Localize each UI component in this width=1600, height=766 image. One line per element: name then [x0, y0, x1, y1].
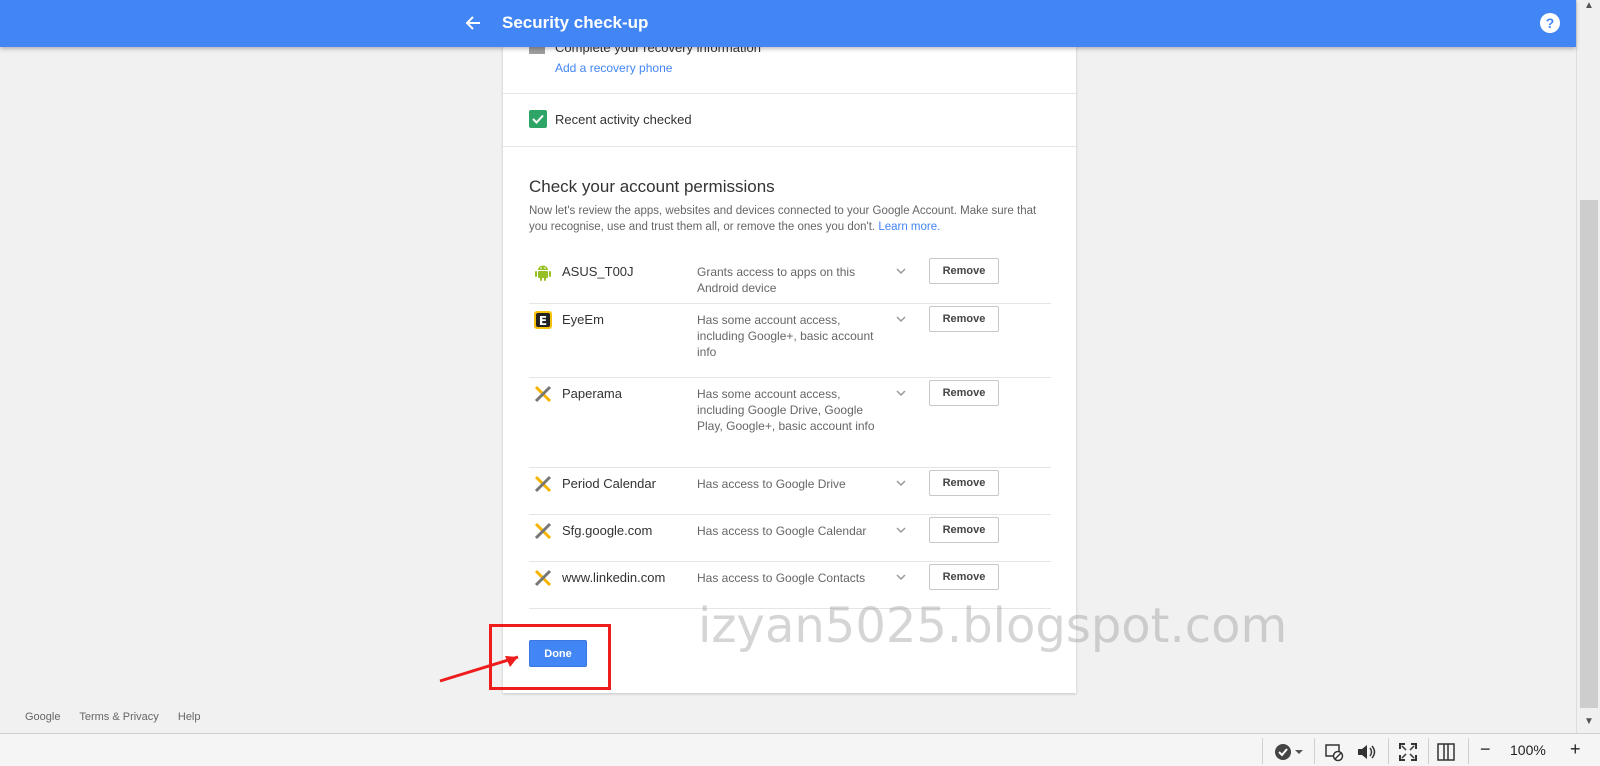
status-divider: [1388, 738, 1389, 764]
app-access-description: Has access to Google Drive: [697, 477, 846, 491]
app-access-description: Has access to Google Calendar: [697, 524, 867, 538]
permission-row-period-calendar: Period Calendar Has access to Google Dri…: [529, 468, 1051, 515]
chevron-down-icon[interactable]: [895, 570, 907, 582]
svg-text:E: E: [539, 314, 547, 328]
status-divider: [1428, 738, 1429, 764]
app-header: Security check-up ?: [0, 0, 1576, 47]
footer-links: Google Terms & Privacy Help: [25, 711, 217, 723]
watermark-text: izyan5025.blogspot.com: [698, 598, 1288, 654]
remove-button[interactable]: Remove: [929, 470, 999, 496]
permission-row-paperama: Paperama Has some account access, includ…: [529, 378, 1051, 468]
app-generic-icon: [533, 521, 553, 541]
app-name: www.linkedin.com: [562, 570, 666, 585]
permission-row-eyeem: E EyeEm Has some account access, includi…: [529, 304, 1051, 378]
block-popup-icon[interactable]: [1324, 742, 1344, 762]
page-title: Security check-up: [502, 13, 649, 32]
status-divider: [1262, 738, 1263, 764]
chevron-down-icon[interactable]: [895, 523, 907, 535]
app-generic-icon: [533, 568, 553, 588]
chevron-down-icon[interactable]: [895, 312, 907, 324]
app-name: ASUS_T00J: [562, 264, 634, 279]
activity-label: Recent activity checked: [555, 112, 692, 127]
permissions-description: Now let's review the apps, websites and …: [529, 203, 1049, 235]
footer-terms-link[interactable]: Terms & Privacy: [79, 711, 158, 723]
app-access-description: Has some account access, including Googl…: [697, 313, 874, 359]
app-access-description: Has access to Google Contacts: [697, 571, 866, 585]
status-divider: [1314, 738, 1315, 764]
app-name: EyeEm: [562, 312, 604, 327]
app-access-description: Grants access to apps on this Android de…: [697, 265, 856, 295]
remove-button[interactable]: Remove: [929, 258, 999, 284]
app-generic-icon: [533, 384, 553, 404]
scroll-up-icon[interactable]: ▲: [1584, 0, 1594, 11]
chevron-down-icon[interactable]: [895, 476, 907, 488]
app-name: Sfg.google.com: [562, 523, 653, 538]
chevron-down-icon[interactable]: [895, 386, 907, 398]
zoom-level: 100%: [1510, 742, 1546, 758]
app-access-description: Has some account access, including Googl…: [697, 387, 875, 433]
scroll-down-icon[interactable]: ▼: [1584, 716, 1594, 727]
remove-button[interactable]: Remove: [929, 517, 999, 543]
app-generic-icon: [533, 474, 553, 494]
vertical-scrollbar[interactable]: ▲ ▼: [1576, 0, 1600, 733]
permissions-list: ASUS_T00J Grants access to apps on this …: [529, 256, 1051, 609]
checkmark-icon: [529, 110, 547, 128]
remove-button[interactable]: Remove: [929, 564, 999, 590]
learn-more-link[interactable]: Learn more.: [878, 221, 940, 233]
zoom-out-icon[interactable]: −: [1480, 739, 1491, 759]
browser-status-bar: − 100% +: [0, 733, 1600, 766]
volume-icon[interactable]: [1356, 742, 1378, 760]
permissions-title: Check your account permissions: [529, 177, 775, 196]
zoom-in-icon[interactable]: +: [1570, 739, 1581, 759]
permission-row-sfg: Sfg.google.com Has access to Google Cale…: [529, 515, 1051, 562]
footer-google-link[interactable]: Google: [25, 711, 60, 723]
fullscreen-icon[interactable]: [1398, 742, 1418, 761]
chevron-down-icon[interactable]: [895, 264, 907, 276]
security-checkup-card: Complete your recovery information Add a…: [503, 0, 1076, 693]
footer-help-link[interactable]: Help: [178, 711, 201, 723]
help-icon[interactable]: ?: [1540, 13, 1560, 33]
split-view-icon[interactable]: [1436, 742, 1456, 761]
remove-button[interactable]: Remove: [929, 380, 999, 406]
check-status-icon[interactable]: [1274, 742, 1306, 760]
app-name: Period Calendar: [562, 476, 656, 491]
scroll-thumb[interactable]: [1580, 200, 1598, 708]
app-name: Paperama: [562, 386, 622, 401]
activity-section: Recent activity checked: [503, 94, 1076, 147]
android-icon: [533, 262, 553, 282]
annotation-arrow-icon: [439, 655, 519, 683]
status-divider: [1468, 738, 1469, 764]
eyeem-icon: E: [533, 310, 553, 330]
add-recovery-phone-link[interactable]: Add a recovery phone: [555, 61, 672, 75]
permission-row-asus: ASUS_T00J Grants access to apps on this …: [529, 256, 1051, 304]
remove-button[interactable]: Remove: [929, 306, 999, 332]
permissions-description-text: Now let's review the apps, websites and …: [529, 205, 1037, 233]
back-arrow-icon[interactable]: [462, 12, 484, 34]
